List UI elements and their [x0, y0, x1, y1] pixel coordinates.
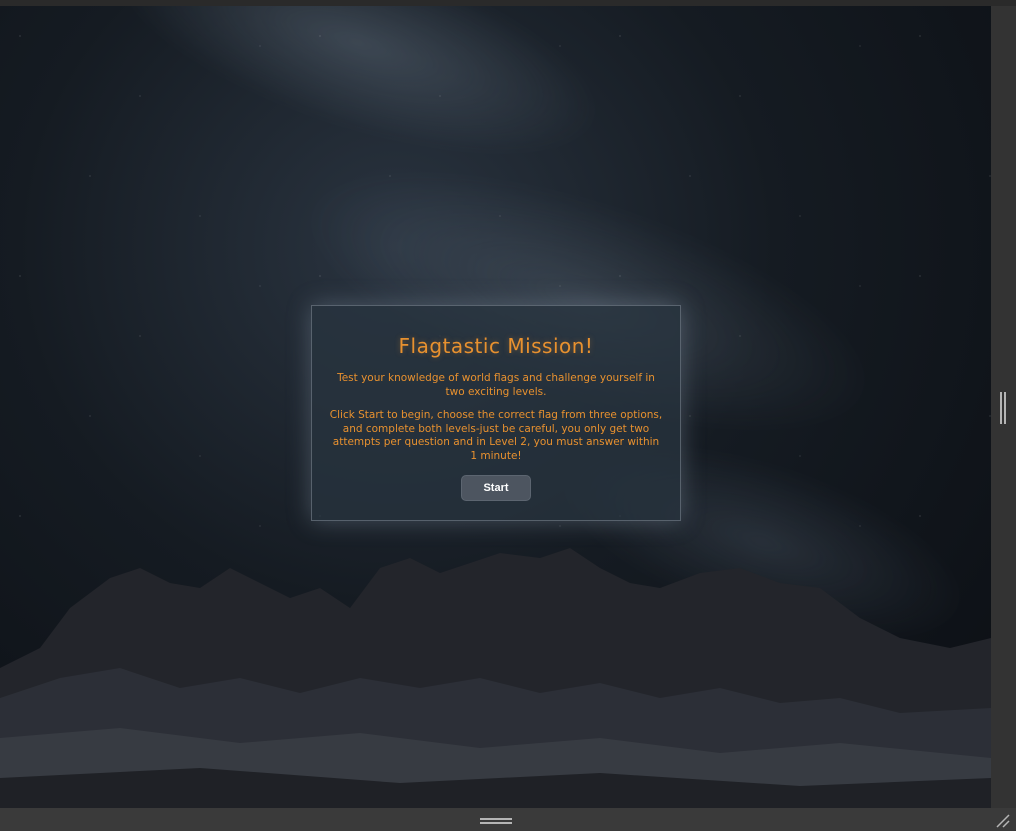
game-viewport: Flagtastic Mission! Test your knowledge … — [0, 6, 991, 808]
instructions-text: Click Start to begin, choose the correct… — [329, 409, 663, 462]
start-button[interactable]: Start — [461, 475, 531, 501]
resize-corner-icon[interactable] — [994, 812, 1010, 828]
intro-text: Test your knowledge of world flags and c… — [337, 372, 655, 398]
vertical-resize-grip-icon[interactable] — [1000, 392, 1006, 424]
horizontal-resize-grip-icon[interactable] — [480, 818, 512, 824]
game-title: Flagtastic Mission! — [398, 334, 594, 358]
mountain-range-background — [0, 548, 991, 808]
app-frame: Flagtastic Mission! Test your knowledge … — [0, 0, 1016, 831]
start-dialog: Flagtastic Mission! Test your knowledge … — [311, 305, 681, 521]
